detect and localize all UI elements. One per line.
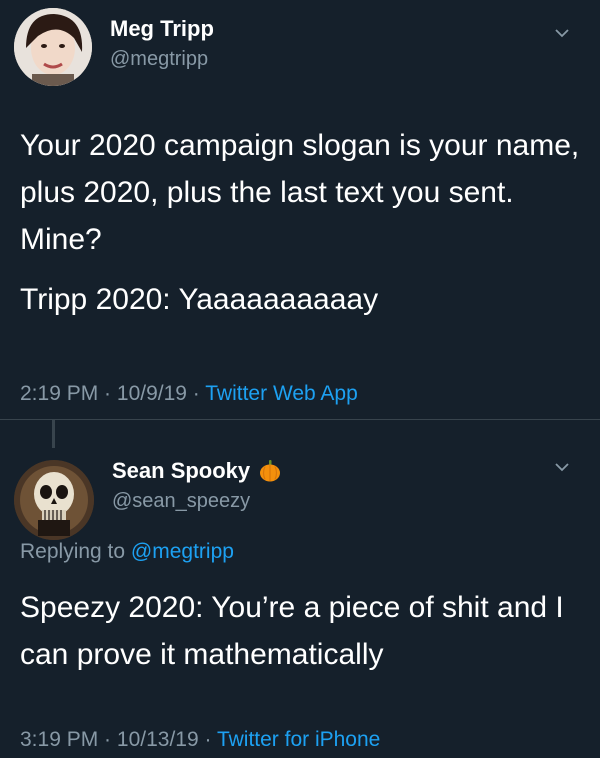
display-name[interactable]: Meg Tripp [110, 16, 214, 42]
tweet-time[interactable]: 3:19 PM [20, 728, 98, 751]
tweet-metadata: 2:19 PM · 10/9/19 · Twitter Web App [20, 382, 358, 406]
user-handle[interactable]: @megtripp [110, 48, 208, 71]
display-name-row[interactable]: Sean Spooky [112, 458, 282, 484]
tweet-date[interactable]: 10/13/19 [117, 728, 199, 751]
user-avatar-image [14, 8, 92, 86]
tweet-text: Your 2020 campaign slogan is your name, … [20, 129, 580, 256]
meta-separator: · [198, 728, 217, 751]
meta-separator: · [98, 382, 117, 405]
meta-separator: · [98, 728, 117, 751]
user-handle[interactable]: @sean_speezy [112, 490, 250, 513]
tweet-text-second-paragraph: Tripp 2020: Yaaaaaaaaaay [20, 283, 379, 316]
pumpkin-icon [260, 460, 281, 482]
tweet-source-link[interactable]: Twitter Web App [205, 382, 358, 405]
replying-to-mention[interactable]: @megtripp [131, 540, 234, 563]
replying-to-line: Replying to @megtripp [20, 540, 234, 564]
tweet-date[interactable]: 10/9/19 [117, 382, 187, 405]
thread-connector-line [52, 420, 55, 448]
avatar[interactable] [14, 460, 94, 540]
replying-to-label: Replying to [20, 540, 131, 563]
chevron-down-icon[interactable] [553, 24, 571, 42]
display-name[interactable]: Sean Spooky [112, 458, 250, 484]
tweet-reply: Sean Spooky @sean_speezy Replying to @me… [0, 420, 600, 758]
tweet-time[interactable]: 2:19 PM [20, 382, 98, 405]
chevron-down-icon[interactable] [553, 458, 571, 476]
avatar[interactable] [14, 8, 92, 86]
tweet-metadata: 3:19 PM · 10/13/19 · Twitter for iPhone [20, 728, 380, 752]
meta-separator: · [186, 382, 206, 405]
skeleton-avatar-image [14, 460, 94, 540]
tweet-source-link[interactable]: Twitter for iPhone [217, 728, 380, 751]
tweet-main: Meg Tripp @megtripp Your 2020 campaign s… [0, 0, 600, 420]
tweet-text: Speezy 2020: You’re a piece of shit and … [20, 591, 564, 671]
